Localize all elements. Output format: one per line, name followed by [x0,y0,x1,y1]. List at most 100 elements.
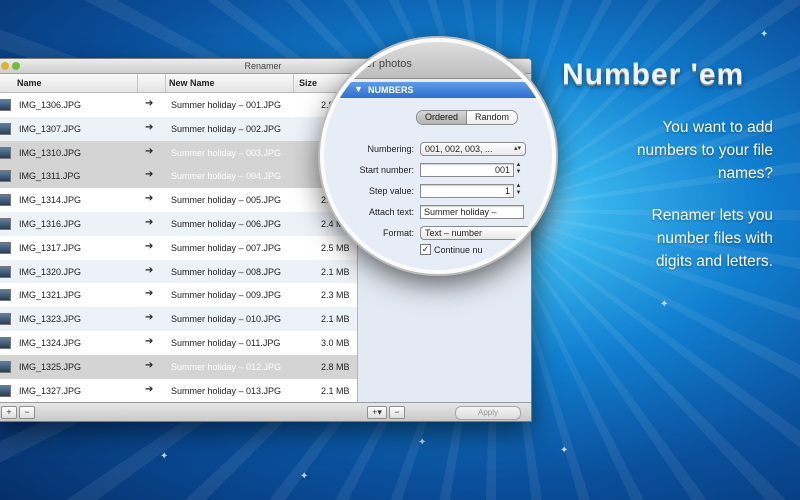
arrow-right-icon: ➔ [145,193,154,205]
table-row[interactable]: IMG_1310.JPG ➔ Summer holiday – 003.JPG [0,140,357,165]
arrow-right-icon: ➔ [145,288,154,300]
arrow-right-icon: ➔ [145,98,154,109]
tagline-1: You want to add numbers to your file nam… [637,116,773,185]
table-row[interactable]: IMG_1327.JPG ➔ Summer holiday – 013.JPG 2.1… [0,379,357,403]
bottom-toolbar: + − +▾ − Apply [0,402,531,421]
photo-thumbnail-icon [0,99,11,111]
sparkle-icon: ✦ [560,445,569,456]
add-action-button[interactable]: +▾ [367,406,387,419]
new-file-name: Summer holiday – 008.JPG [171,266,282,277]
headline: Number 'em [562,58,745,91]
table-row[interactable]: IMG_1311.JPG ➔ Summer holiday – 004.JPG [0,164,357,189]
table-row[interactable]: IMG_1325.JPG ➔ Summer holiday – 012.JPG 2.8… [0,354,357,379]
attach-text-value: Summer holiday – [424,207,497,217]
attach-text-label: Attach text: [368,207,414,217]
numbers-section-header[interactable]: ▼ NUMBERS [324,82,552,98]
photo-thumbnail-icon [0,122,11,135]
start-number-label: Start number: [359,165,414,175]
arrow-right-icon: ➔ [145,312,154,324]
remove-files-button[interactable]: − [19,406,35,419]
tagline-line: You want to add [662,119,773,136]
step-value-label: Step value: [368,186,414,196]
minimize-button[interactable] [1,62,9,70]
table-row[interactable]: IMG_1306.JPG ➔ Summer holiday – 001.JPG 2.8 [0,93,357,117]
start-number-stepper[interactable]: ▲ ▼ [515,162,522,176]
table-row[interactable]: IMG_1307.JPG ➔ Summer holiday – 002.JPG [0,116,357,141]
photo-thumbnail-icon [0,265,11,278]
table-row[interactable]: IMG_1317.JPG ➔ Summer holiday – 007.JPG 2.5… [0,236,357,260]
arrow-right-icon: ➔ [145,169,154,181]
column-header-new-name[interactable]: New Name [169,78,215,88]
photo-thumbnail-icon [0,336,11,349]
remove-action-button[interactable]: − [389,406,405,419]
zoom-button[interactable] [12,62,20,70]
tagline-line: numbers to your file [636,142,773,159]
segment-ordered[interactable]: Ordered [417,111,467,124]
file-size: 3.0 MB [321,337,350,348]
numbering-value: 001, 002, 003, ... [425,144,493,154]
continue-numbering-checkbox[interactable]: ✓ [420,244,431,255]
panel-titlebar: er photos [324,42,552,79]
chevron-updown-icon: ▴▾ [523,229,531,236]
original-file-name: IMG_1317.JPG [19,242,82,253]
photo-thumbnail-icon [0,289,11,302]
new-file-name: Summer holiday – 005.JPG [171,195,282,206]
step-value-field[interactable]: 1 [420,184,514,198]
segment-random[interactable]: Random [466,111,518,124]
new-file-name: Summer holiday – 010.JPG [171,314,282,325]
arrow-right-icon: ➔ [145,335,154,347]
original-file-name: IMG_1316.JPG [19,218,82,229]
window-title: Renamer [244,61,282,71]
sparkle-icon: ✦ [760,29,769,40]
numbering-label: Numbering: [367,144,414,154]
photo-thumbnail-icon [0,360,11,373]
original-file-name: IMG_1320.JPG [19,266,82,277]
table-row[interactable]: IMG_1323.JPG ➔ Summer holiday – 010.JPG 2.1… [0,307,357,331]
column-header-size[interactable]: Size [299,78,317,88]
arrow-right-icon: ➔ [145,240,154,252]
tagline-line: Renamer lets you [651,207,773,224]
step-value: 1 [504,186,510,196]
arrow-right-icon: ➔ [145,121,154,133]
new-file-name: Summer holiday – 001.JPG [171,100,282,110]
start-number-field[interactable]: 001 [420,163,514,177]
file-table: Name New Name Size IMG_1306.JPG ➔ Summer h… [0,74,358,402]
table-row[interactable]: IMG_1320.JPG ➔ Summer holiday – 008.JPG 2.1… [0,259,357,284]
sparkle-icon: ✦ [418,437,427,448]
table-row[interactable]: IMG_1314.JPG ➔ Summer holiday – 005.JPG 2. [0,188,357,212]
format-popup[interactable]: Text – number ▴▾ [420,226,536,240]
arrow-right-icon: ➔ [145,383,154,395]
format-value: Text – number [425,228,483,238]
original-file-name: IMG_1327.JPG [19,385,82,396]
table-row[interactable]: IMG_1321.JPG ➔ Summer holiday – 009.JPG 2.3… [0,283,357,307]
table-row[interactable]: IMG_1316.JPG ➔ Summer holiday – 006.JPG 2.4… [0,211,357,236]
table-row[interactable]: IMG_1324.JPG ➔ Summer holiday – 011.JPG 3.0… [0,331,357,355]
chevron-updown-icon: ▴▾ [513,145,521,152]
order-segmented-control: Ordered Random [416,110,519,125]
apply-button[interactable]: Apply [455,406,521,420]
arrow-right-icon: ➔ [145,145,154,157]
step-value-stepper[interactable]: ▲ ▼ [515,183,522,197]
file-size: 2.8 MB [321,361,350,372]
new-file-name: Summer holiday – 004.JPG [171,171,282,182]
section-label: NUMBERS [368,85,414,95]
arrow-right-icon: ➔ [145,359,154,371]
numbering-popup[interactable]: 001, 002, 003, ... ▴▾ [420,142,526,156]
table-header: Name New Name Size [0,74,357,93]
disclosure-triangle-icon[interactable]: ▼ [354,84,363,94]
arrow-right-icon: ➔ [145,216,154,228]
sparkle-icon: ✦ [160,451,169,462]
original-file-name: IMG_1306.JPG [19,100,82,110]
attach-text-field[interactable]: Summer holiday – [420,205,524,219]
file-size: 2.3 MB [321,290,350,301]
new-file-name: Summer holiday – 003.JPG [171,147,282,158]
arrow-right-icon: ➔ [145,264,154,276]
continue-numbering-label: Continue nu [434,245,483,255]
sparkle-icon: ✦ [660,299,669,310]
photo-thumbnail-icon [0,170,11,183]
add-files-button[interactable]: + [1,406,17,419]
original-file-name: IMG_1325.JPG [19,361,82,372]
magnifier-lens: er photos ▼ NUMBERS Ordered Random Numbe… [320,38,556,274]
column-header-name[interactable]: Name [17,78,42,88]
new-file-name: Summer holiday – 009.JPG [171,290,282,301]
